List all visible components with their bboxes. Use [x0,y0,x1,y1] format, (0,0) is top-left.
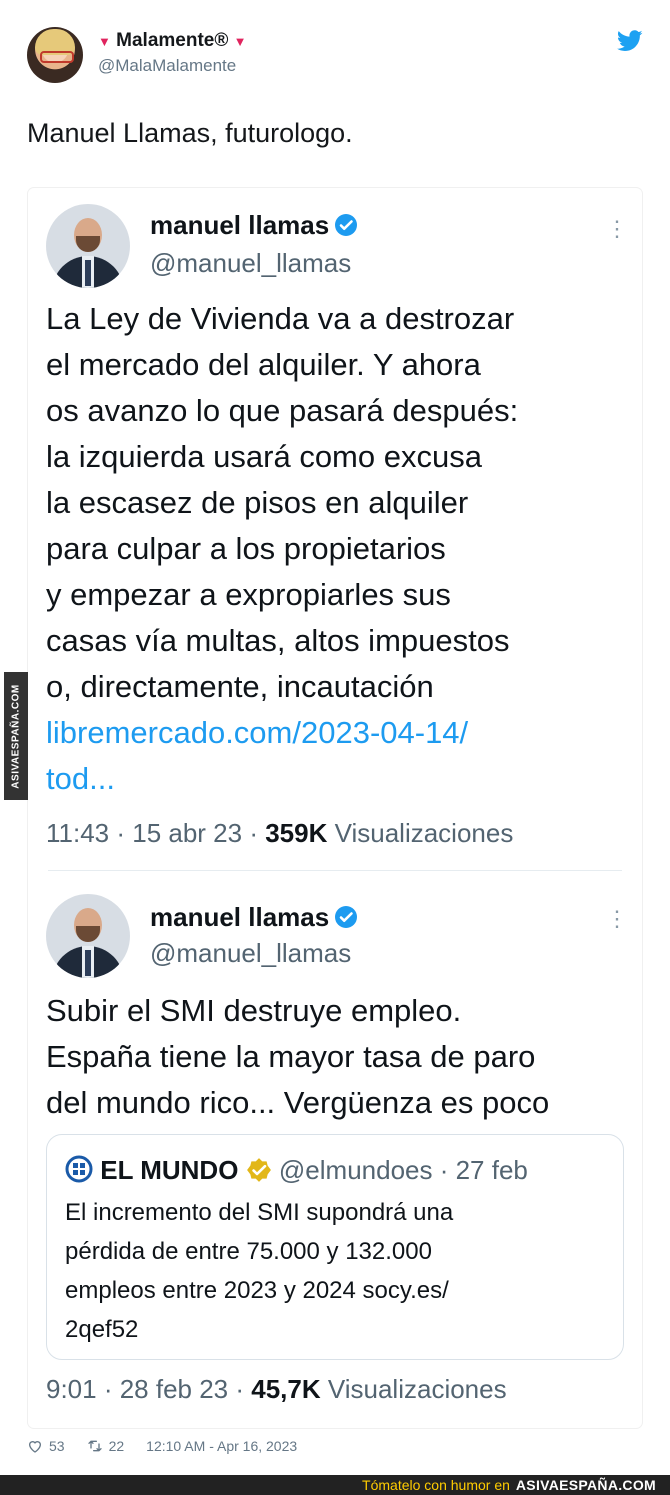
heart-icon: ▼ [233,34,247,49]
verified-icon [334,906,357,928]
more-icon: ⋮ [606,216,628,241]
author-avatar[interactable] [27,27,83,83]
quoted-tweet-header: EL MUNDO @elmundoes · 27 feb [65,1155,528,1186]
divider [48,870,622,871]
verified-icon [334,214,357,236]
embedded-screenshot: manuel llamas @manuel_llamas ⋮ La Ley de… [28,188,642,1428]
embedded-tweet-body: La Ley de Vivienda va a destrozar el mer… [46,296,518,802]
bottom-banner: Tómatelo con humor en ASIVAESPAÑA.COM [0,1475,670,1495]
like-count: 53 [49,1438,65,1454]
article-link: libremercado.com/2023-04-14/ [46,715,469,750]
side-watermark: ASIVAESPAÑA.COM [4,672,28,800]
twitter-bird-icon[interactable] [617,30,643,52]
author-display-name[interactable]: ▼ Malamente® ▼ [98,30,247,52]
author-handle[interactable]: @MalaMalamente [98,56,236,76]
el-mundo-logo-icon [65,1155,93,1183]
embedded-author-avatar [46,204,130,288]
embedded-author-handle: @manuel_llamas [150,938,352,968]
quoted-tweet-body: El incremento del SMI supondrá una pérdi… [65,1199,454,1343]
embedded-tweet-meta: 9:01 · 28 feb 23 · 45,7K Visualizaciones [46,1374,507,1404]
embedded-tweet-body: Subir el SMI destruye empleo. España tie… [46,993,550,1120]
tweet-text: Manuel Llamas, futurologo. [27,118,353,148]
tweet-timestamp[interactable]: 12:10 AM - Apr 16, 2023 [146,1438,297,1454]
gold-verified-icon [246,1158,271,1182]
retweet-count: 22 [108,1438,125,1454]
tweet-actions: 53 22 12:10 AM - Apr 16, 2023 [27,1438,297,1454]
embedded-author-avatar [46,894,130,978]
quoted-tweet: EL MUNDO @elmundoes · 27 feb El incremen… [46,1134,624,1360]
retweet-icon[interactable] [87,1438,103,1454]
like-icon[interactable] [27,1438,43,1454]
more-icon: ⋮ [606,906,628,931]
embedded-author-name: manuel llamas [150,902,358,933]
embedded-author-handle: @manuel_llamas [150,248,352,278]
article-link-continued: tod... [46,761,115,796]
embedded-author-name: manuel llamas [150,210,358,241]
embedded-tweet-meta: 11:43 · 15 abr 23 · 359K Visualizaciones [46,818,514,848]
heart-icon: ▼ [98,34,111,49]
